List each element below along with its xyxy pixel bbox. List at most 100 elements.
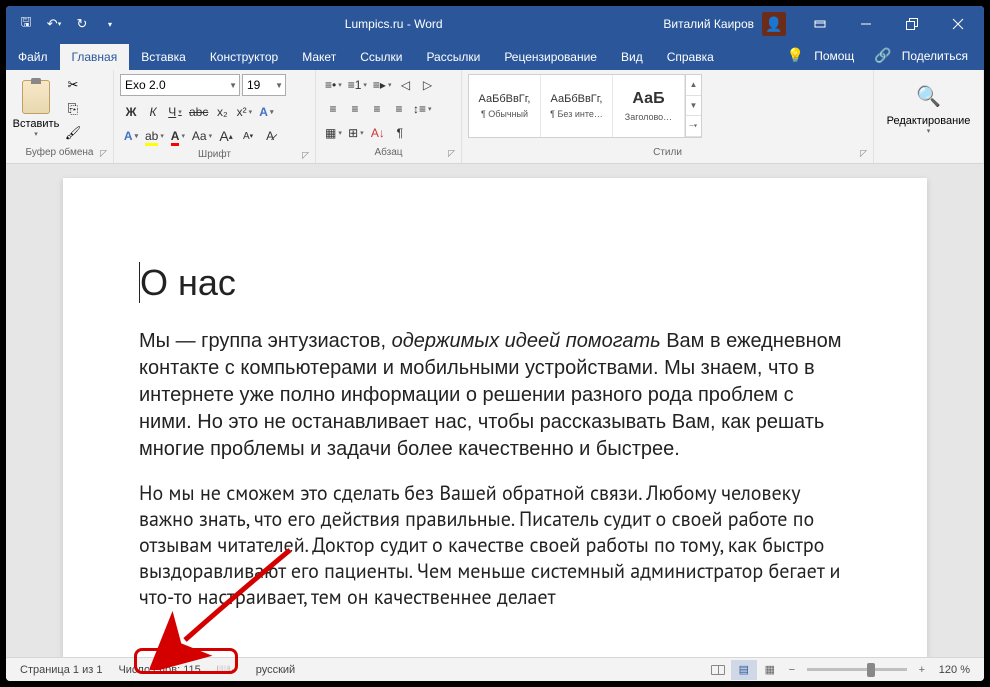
doc-paragraph-2[interactable]: Но мы не сможем это сделать без Вашей об… xyxy=(139,480,851,610)
paragraph-launcher[interactable]: ◸ xyxy=(448,148,455,159)
ribbon: Вставить ▾ ✂ ⎘ 🖌 Буфер обмена◸ Exo 2.0▼ … xyxy=(6,70,984,164)
tab-file[interactable]: Файл xyxy=(6,44,60,70)
multilevel-list-button[interactable]: ≡▸▾ xyxy=(370,74,395,96)
group-label-clipboard: Буфер обмена xyxy=(26,147,94,158)
gallery-down-button[interactable]: ▼ xyxy=(686,96,701,117)
clear-formatting-button[interactable]: A̷ xyxy=(259,125,281,147)
lightbulb-icon: 💡 xyxy=(783,45,808,65)
title-bar: 🖫 ↶▾ ↻ ▾ Lumpics.ru - Word Виталий Каиро… xyxy=(6,6,984,42)
doc-paragraph-1[interactable]: Мы — группа энтузиастов, одержимых идеей… xyxy=(139,327,851,462)
change-case-button[interactable]: Aa▾ xyxy=(189,125,215,147)
search-icon: 🔍 xyxy=(916,84,941,109)
word-count[interactable]: Число слов: 115 xyxy=(110,658,208,681)
superscript-button[interactable]: x²▾ xyxy=(233,101,255,123)
grow-font-button[interactable]: A▴ xyxy=(215,125,237,147)
style-normal[interactable]: АаБбВвГг, ¶ Обычный xyxy=(469,75,541,137)
share-icon: 🔗 xyxy=(870,45,895,65)
zoom-out-button[interactable]: − xyxy=(783,664,801,676)
paste-button[interactable]: Вставить ▾ xyxy=(12,74,60,144)
status-bar: Страница 1 из 1 Число слов: 115 📖✓ русск… xyxy=(6,657,984,681)
window-title: Lumpics.ru - Word xyxy=(130,17,657,31)
gallery-up-button[interactable]: ▲ xyxy=(686,75,701,96)
underline-button[interactable]: Ч▾ xyxy=(164,101,186,123)
strikethrough-button[interactable]: abc xyxy=(186,101,211,123)
qat-customize-button[interactable]: ▾ xyxy=(98,12,122,36)
cut-button[interactable]: ✂ xyxy=(62,74,84,96)
clipboard-icon xyxy=(22,80,50,114)
tab-mailings[interactable]: Рассылки xyxy=(414,44,492,70)
group-label-styles: Стили xyxy=(653,147,682,158)
borders-button[interactable]: ⊞▾ xyxy=(345,122,367,144)
increase-indent-button[interactable]: ▷ xyxy=(416,74,438,96)
tab-view[interactable]: Вид xyxy=(609,44,655,70)
bold-button[interactable]: Ж xyxy=(120,101,142,123)
read-mode-button[interactable] xyxy=(705,660,731,680)
text-effects-button[interactable]: A▾ xyxy=(255,101,277,123)
clipboard-launcher[interactable]: ◸ xyxy=(100,148,107,159)
styles-launcher[interactable]: ◸ xyxy=(860,148,867,159)
tab-insert[interactable]: Вставка xyxy=(129,44,198,70)
tab-help[interactable]: Справка xyxy=(655,44,726,70)
highlight-button[interactable]: ab▾ xyxy=(142,125,167,147)
style-no-spacing[interactable]: АаБбВвГг, ¶ Без инте… xyxy=(541,75,613,137)
font-size-combo[interactable]: 19▼ xyxy=(242,74,286,96)
ribbon-display-button[interactable] xyxy=(798,9,842,39)
bullets-button[interactable]: ≡•▾ xyxy=(322,74,345,96)
share-button[interactable]: 🔗Поделиться xyxy=(866,45,976,66)
user-name[interactable]: Виталий Каиров xyxy=(657,17,760,31)
minimize-button[interactable] xyxy=(844,9,888,39)
tab-design[interactable]: Конструктор xyxy=(198,44,290,70)
show-marks-button[interactable]: ¶ xyxy=(389,122,411,144)
group-label-font: Шрифт xyxy=(198,149,231,160)
tell-me-button[interactable]: 💡Помощ xyxy=(779,45,863,66)
line-spacing-button[interactable]: ↕≡▾ xyxy=(410,98,435,120)
format-painter-button[interactable]: 🖌 xyxy=(62,122,84,144)
restore-button[interactable] xyxy=(890,9,934,39)
justify-button[interactable]: ≡ xyxy=(388,98,410,120)
proofing-icon: 📖✓ xyxy=(217,663,240,676)
tab-home[interactable]: Главная xyxy=(60,44,130,70)
gallery-more-button[interactable]: ⎯▾ xyxy=(686,116,701,137)
align-right-button[interactable]: ≡ xyxy=(366,98,388,120)
language-indicator[interactable]: русский xyxy=(248,658,303,681)
ribbon-tabs: Файл Главная Вставка Конструктор Макет С… xyxy=(6,42,984,70)
decrease-indent-button[interactable]: ◁ xyxy=(394,74,416,96)
print-layout-button[interactable]: ▤ xyxy=(731,660,757,680)
zoom-thumb[interactable] xyxy=(867,663,875,677)
sort-button[interactable]: A↓ xyxy=(367,122,389,144)
editing-button[interactable]: 🔍 Редактирование ▾ xyxy=(905,74,953,144)
group-label-paragraph: Абзац xyxy=(374,147,402,158)
document-area[interactable]: О нас Мы — группа энтузиастов, одержимых… xyxy=(6,164,984,657)
copy-button[interactable]: ⎘ xyxy=(62,98,84,120)
font-color-button[interactable]: A▾ xyxy=(167,125,189,147)
close-button[interactable] xyxy=(936,9,980,39)
page[interactable]: О нас Мы — группа энтузиастов, одержимых… xyxy=(63,178,927,657)
book-icon xyxy=(711,665,725,675)
shrink-font-button[interactable]: A▾ xyxy=(237,125,259,147)
style-heading1[interactable]: АаБ Заголово… xyxy=(613,75,685,137)
page-indicator[interactable]: Страница 1 из 1 xyxy=(12,658,110,681)
align-left-button[interactable]: ≡ xyxy=(322,98,344,120)
font-shadow-button[interactable]: A▾ xyxy=(120,125,142,147)
font-name-combo[interactable]: Exo 2.0▼ xyxy=(120,74,240,96)
styles-gallery[interactable]: АаБбВвГг, ¶ Обычный АаБбВвГг, ¶ Без инте… xyxy=(468,74,702,138)
zoom-in-button[interactable]: + xyxy=(913,664,931,676)
subscript-button[interactable]: x₂ xyxy=(211,101,233,123)
tab-references[interactable]: Ссылки xyxy=(348,44,414,70)
autosave-icon[interactable]: 🖫 xyxy=(14,12,38,36)
align-center-button[interactable]: ≡ xyxy=(344,98,366,120)
redo-button[interactable]: ↻ xyxy=(70,12,94,36)
tab-review[interactable]: Рецензирование xyxy=(492,44,609,70)
zoom-level[interactable]: 120 % xyxy=(931,658,978,681)
italic-button[interactable]: К xyxy=(142,101,164,123)
proofing-button[interactable]: 📖✓ xyxy=(209,658,248,681)
numbering-button[interactable]: ≡1▾ xyxy=(345,74,370,96)
undo-button[interactable]: ↶▾ xyxy=(42,12,66,36)
tab-layout[interactable]: Макет xyxy=(290,44,348,70)
doc-heading[interactable]: О нас xyxy=(139,258,851,305)
web-layout-button[interactable]: ▦ xyxy=(757,660,783,680)
zoom-slider[interactable] xyxy=(807,668,907,671)
font-launcher[interactable]: ◸ xyxy=(302,150,309,161)
user-avatar[interactable]: 👤 xyxy=(762,12,786,36)
shading-button[interactable]: ▦▾ xyxy=(322,122,345,144)
